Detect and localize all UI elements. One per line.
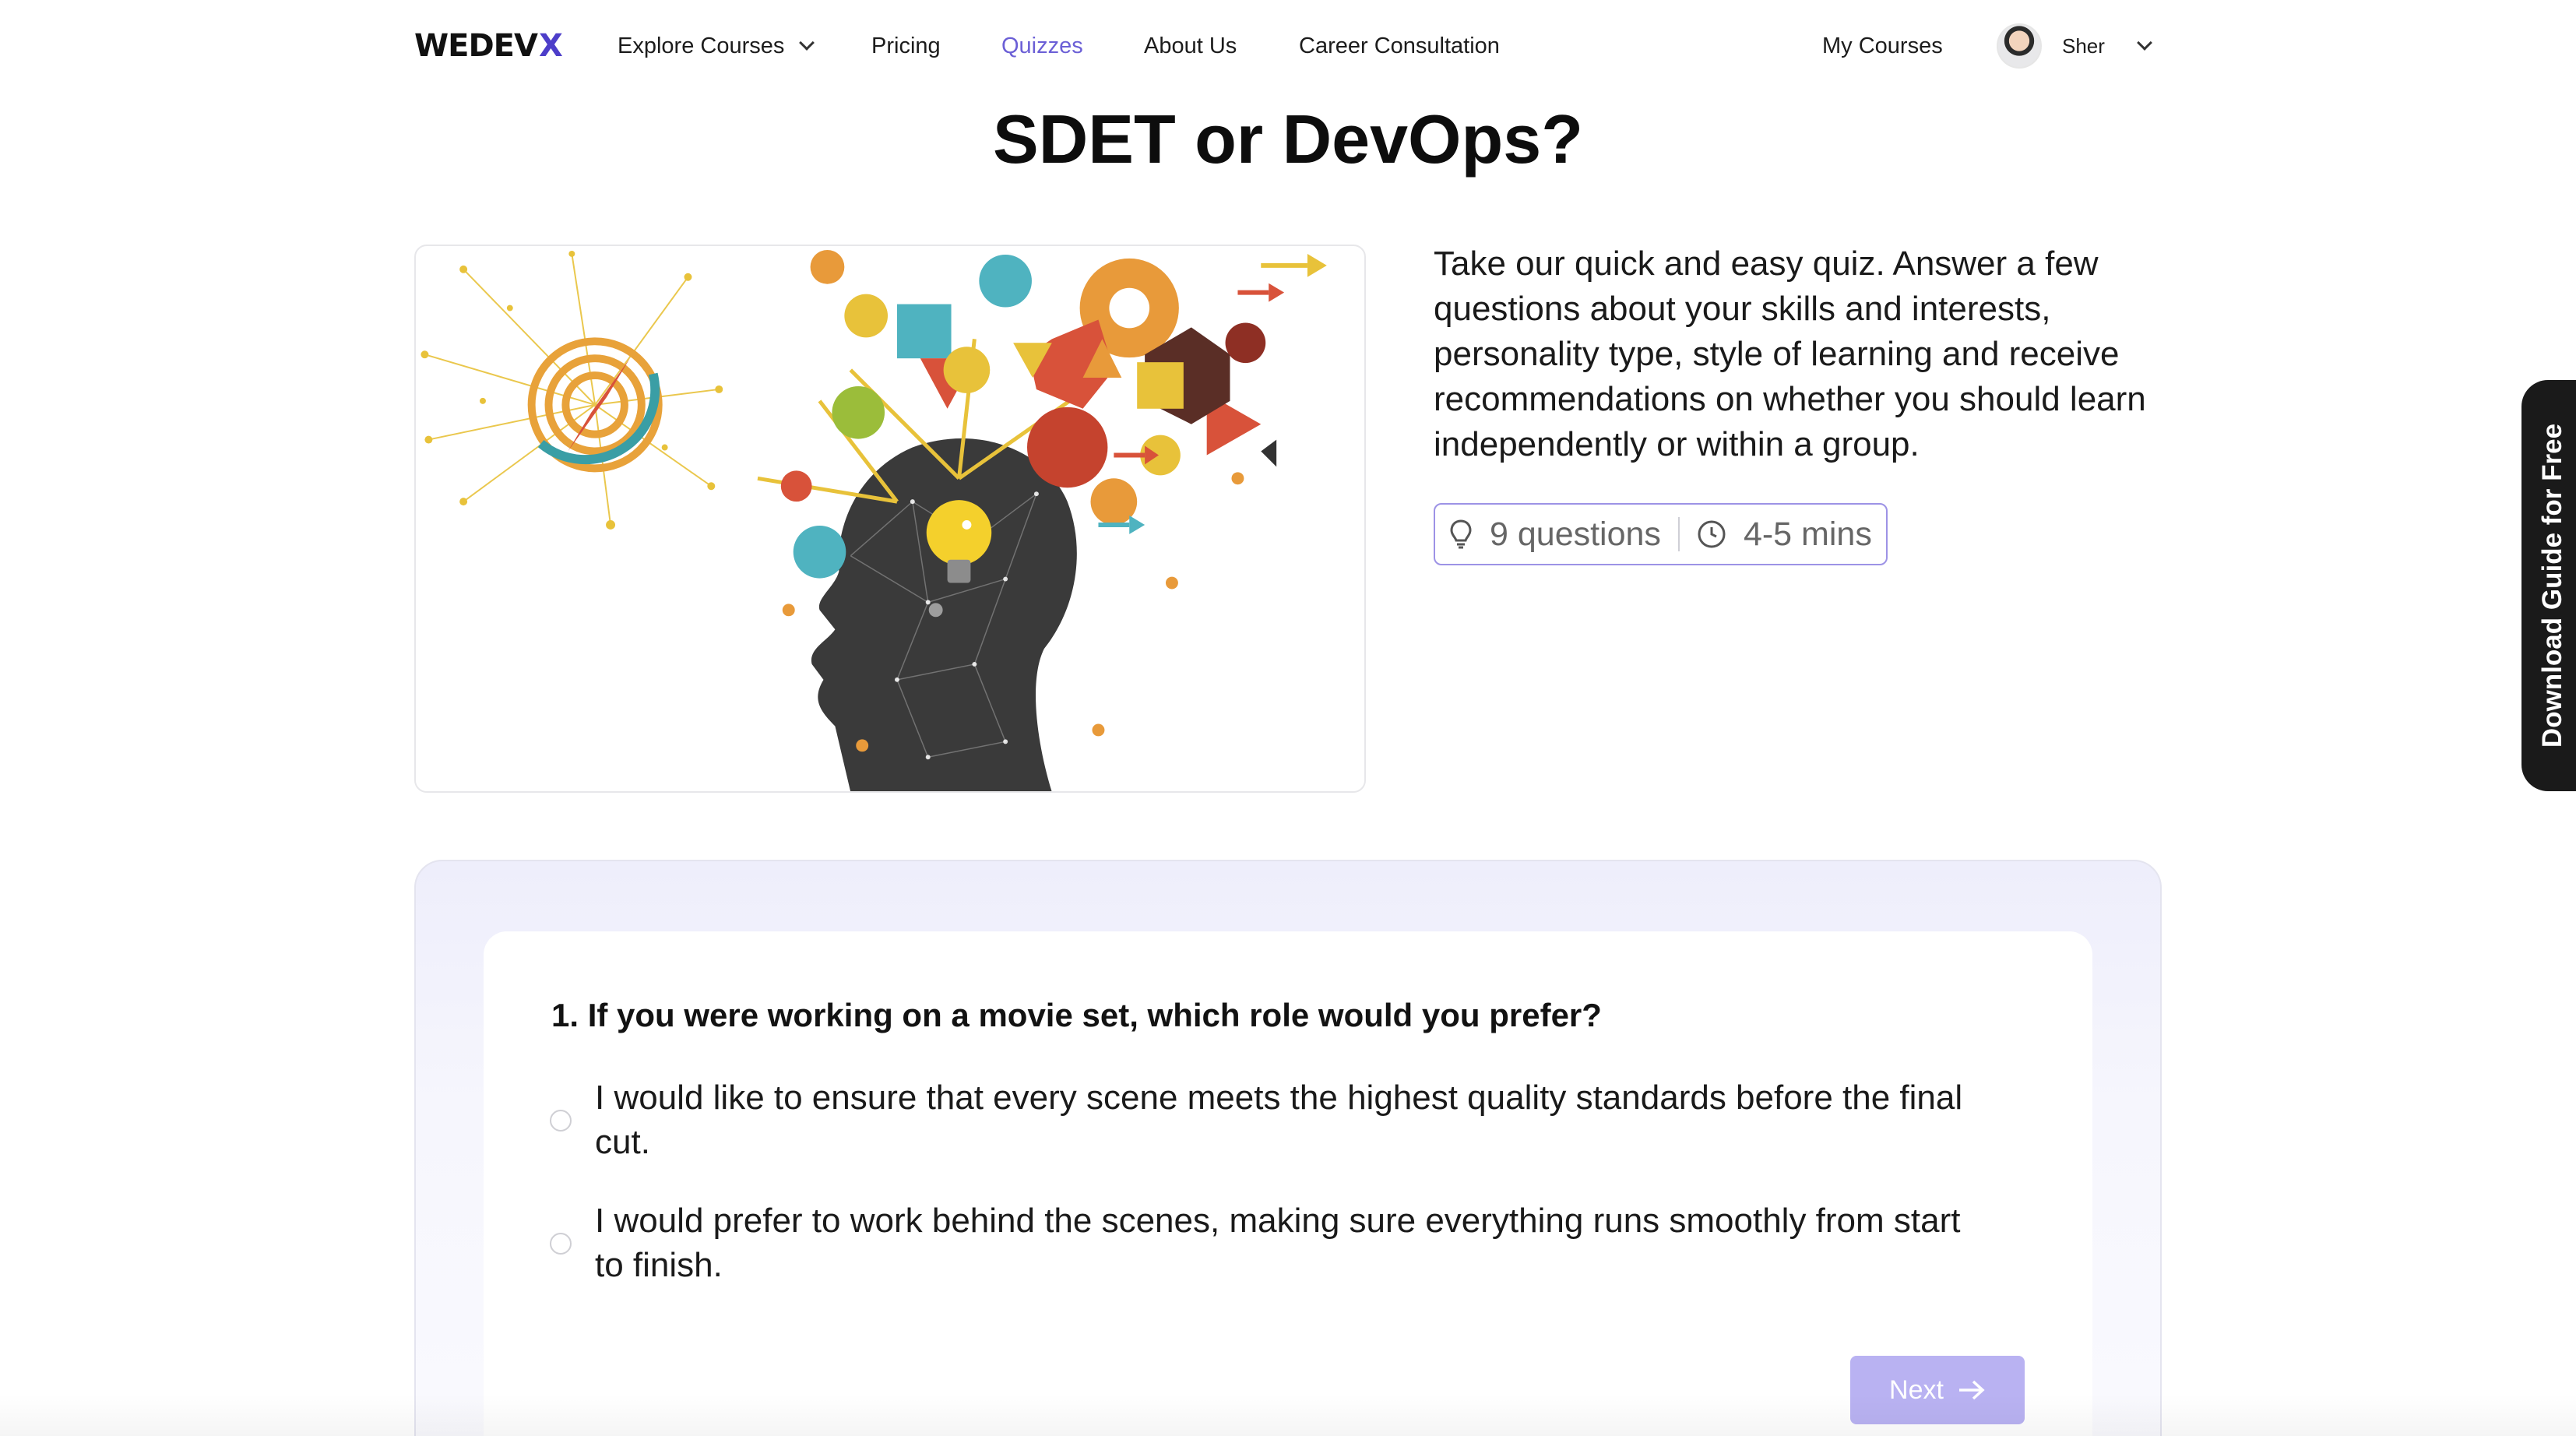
question-text: 1. If you were working on a movie set, w… [551, 997, 1602, 1033]
next-label: Next [1889, 1374, 1944, 1405]
quiz-meta-badge: 9 questions 4-5 mins [1434, 503, 1888, 565]
wedevx-logo[interactable]: WEDEV X [414, 28, 563, 64]
download-guide-label: Download Guide for Free [2537, 423, 2568, 748]
clock-icon [1698, 520, 1726, 548]
lightbulb-icon [1450, 519, 1472, 549]
nav-about-us[interactable]: About Us [1144, 28, 1237, 64]
download-guide-tab[interactable]: Download Guide for Free [2521, 380, 2576, 791]
answer-option-2-label: I would prefer to work behind the scenes… [595, 1202, 1961, 1284]
questions-count-text: 9 questions [1490, 515, 1661, 553]
duration: 4-5 mins [1697, 505, 1872, 564]
logo-accent: X [538, 28, 563, 64]
answer-option-1[interactable]: I would like to ensure that every scene … [550, 1075, 1989, 1164]
radio-button[interactable] [550, 1110, 572, 1132]
nav-career-consultation[interactable]: Career Consultation [1299, 28, 1500, 64]
next-button[interactable]: Next [1850, 1356, 2025, 1424]
radio-button[interactable] [550, 1233, 572, 1255]
duration-text: 4-5 mins [1743, 515, 1872, 553]
answer-option-2[interactable]: I would prefer to work behind the scenes… [550, 1198, 1989, 1287]
brain-ideas-illustration [421, 249, 1327, 791]
nav-explore-courses-label: Explore Courses [618, 33, 785, 58]
hero-illustration [414, 245, 1366, 793]
quiz-description: Take our quick and easy quiz. Answer a f… [1434, 245, 2146, 463]
user-name: Sher [2062, 34, 2105, 58]
nav-pricing[interactable]: Pricing [871, 28, 941, 64]
nav-quizzes[interactable]: Quizzes [1001, 28, 1083, 64]
questions-count: 9 questions [1449, 505, 1661, 564]
nav-my-courses[interactable]: My Courses [1822, 28, 1943, 64]
answer-option-1-label: I would like to ensure that every scene … [595, 1079, 1963, 1161]
user-avatar[interactable] [1997, 23, 2042, 69]
chevron-down-icon [799, 35, 815, 51]
logo-text: WEDEV [414, 28, 538, 64]
arrow-right-icon [1958, 1380, 1985, 1400]
meta-divider [1677, 517, 1680, 551]
chevron-down-icon [2137, 35, 2152, 51]
nav-explore-courses[interactable]: Explore Courses [618, 28, 815, 64]
page-title: SDET or DevOps? [993, 100, 1583, 178]
top-navbar: WEDEV X Explore Courses Pricing Quizzes A… [0, 0, 2576, 92]
user-menu[interactable]: Sher [2062, 28, 2152, 64]
